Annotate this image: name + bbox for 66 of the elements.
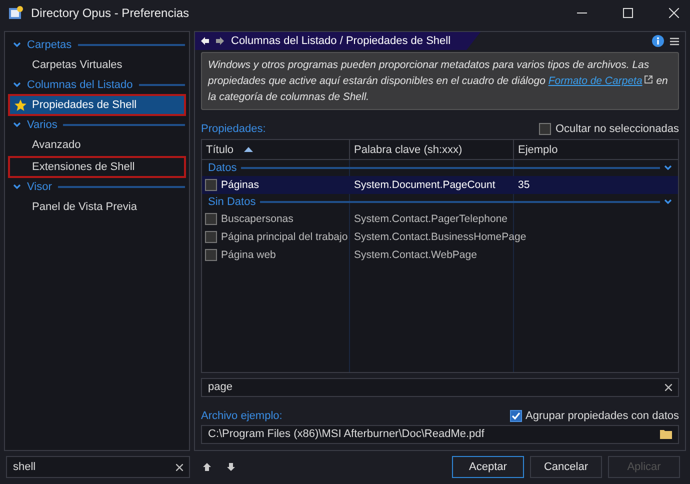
- group-heading: Datos: [208, 162, 237, 174]
- table-cell: 35: [518, 179, 530, 192]
- table-row[interactable]: Páginas System.Document.PageCount 35: [202, 176, 678, 194]
- column-header[interactable]: Ejemplo: [514, 140, 678, 160]
- group-with-data-checkbox[interactable]: Agrupar propiedades con datos: [510, 410, 679, 422]
- folder-format-link[interactable]: Formato de Carpeta: [548, 75, 642, 87]
- breadcrumb-text: Columnas del Listado / Propiedades de Shell: [231, 35, 451, 47]
- filter-field[interactable]: page: [201, 378, 679, 398]
- checkbox[interactable]: [510, 410, 522, 422]
- properties-label: Propiedades:: [201, 122, 266, 135]
- close-icon[interactable]: [669, 8, 679, 18]
- group-heading: Sin Datos: [208, 196, 256, 208]
- table-cell: Buscapersonas: [221, 213, 294, 226]
- chevron-icon[interactable]: [13, 42, 21, 48]
- sidebar-item[interactable]: Avanzado: [8, 134, 186, 156]
- sidebar-item[interactable]: Propiedades de Shell: [8, 94, 186, 116]
- table-cell: System.Contact.WebPage: [354, 249, 477, 262]
- group-heading: Columnas del Listado: [27, 79, 133, 91]
- chevron-icon[interactable]: [13, 82, 21, 88]
- app-icon: [8, 5, 24, 21]
- chevron-icon[interactable]: [13, 184, 21, 190]
- external-link-icon: [644, 75, 654, 84]
- clear-icon[interactable]: [665, 384, 672, 391]
- table-cell: System.Contact.BusinessHomePage: [354, 231, 526, 244]
- table-cell: Página web: [221, 249, 276, 262]
- checkbox[interactable]: [205, 179, 217, 192]
- sidebar-item[interactable]: Panel de Vista Previa: [8, 196, 186, 218]
- maximize-icon[interactable]: [623, 8, 633, 18]
- chevron-icon[interactable]: [13, 122, 21, 128]
- search-field[interactable]: shell: [6, 456, 190, 478]
- checkbox[interactable]: [539, 122, 552, 135]
- hide-unselected-checkbox[interactable]: Ocultar no seleccionadas: [539, 122, 679, 135]
- sample-file-field[interactable]: C:\Program Files (x86)\MSI Afterburner\Doc\ReadMe.pdf: [201, 424, 679, 444]
- sidebar-item[interactable]: Carpetas Virtuales: [8, 54, 186, 76]
- back-arrow-icon[interactable]: [201, 37, 209, 45]
- table-cell: Página principal del trabajo: [221, 231, 348, 244]
- column-header[interactable]: Título: [202, 140, 350, 160]
- description-text: Windows y otros programas pueden proporcionar metadatos para varios tipos de archivos. Las propiedades que active aquí estarán disponibles en el cuadro de diálogo Formato de Carpeta en la categoría de columnas de Shell.: [208, 58, 669, 105]
- table-cell: System.Document.PageCount: [354, 179, 496, 192]
- menu-icon[interactable]: [670, 36, 679, 46]
- table-cell: Páginas: [221, 179, 259, 192]
- info-icon[interactable]: [652, 35, 664, 47]
- group-heading: Visor: [27, 181, 52, 193]
- window-title: Directory Opus - Preferencias: [31, 6, 190, 20]
- column-header[interactable]: Palabra clave (sh:xxx): [350, 140, 514, 160]
- sample-file-label: Archivo ejemplo:: [201, 410, 282, 422]
- forward-arrow-icon[interactable]: [216, 37, 224, 45]
- table-row[interactable]: Buscapersonas System.Contact.PagerTelephone: [202, 210, 678, 228]
- dialog-button[interactable]: Aceptar: [452, 456, 524, 478]
- checkbox[interactable]: [205, 249, 217, 262]
- down-arrow-icon[interactable]: [227, 463, 235, 471]
- table-row[interactable]: Página web System.Contact.WebPage: [202, 246, 678, 264]
- checkbox[interactable]: [205, 231, 217, 244]
- up-arrow-icon[interactable]: [203, 463, 211, 471]
- dialog-button[interactable]: Cancelar: [530, 456, 602, 478]
- chevron-icon[interactable]: [664, 199, 672, 206]
- table-cell: System.Contact.PagerTelephone: [354, 213, 508, 226]
- sort-ascending-icon: [244, 147, 253, 152]
- chevron-icon[interactable]: [664, 165, 672, 172]
- group-heading: Varios: [27, 119, 58, 131]
- group-heading: Carpetas: [27, 39, 72, 51]
- table-row[interactable]: Página principal del trabajo System.Contact.BusinessHomePage: [202, 228, 678, 246]
- folder-icon[interactable]: [660, 429, 672, 440]
- sidebar-item[interactable]: Extensiones de Shell: [8, 156, 186, 178]
- checkbox[interactable]: [205, 213, 217, 226]
- clear-icon[interactable]: [176, 464, 183, 470]
